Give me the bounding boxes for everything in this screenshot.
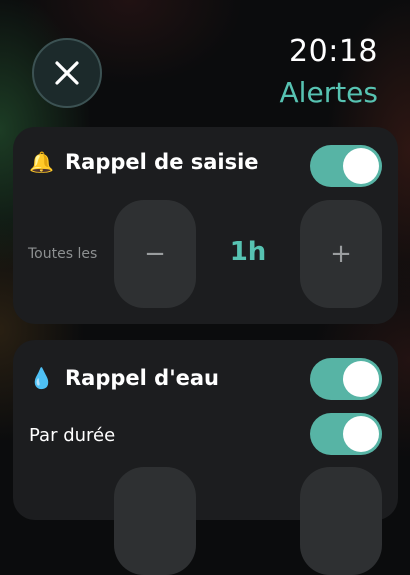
by-duration-label: Par durée xyxy=(29,425,116,446)
plus-icon: + xyxy=(330,239,352,269)
input-reminder-label: Rappel de saisie xyxy=(65,150,259,174)
water-reminder-card: 💧 Rappel d'eau Par durée xyxy=(13,340,398,575)
by-duration-toggle[interactable] xyxy=(310,413,382,455)
minus-icon: − xyxy=(144,239,166,269)
close-button[interactable] xyxy=(32,38,102,108)
water-drop-icon: 💧 xyxy=(29,366,54,390)
water-increment-button[interactable] xyxy=(300,467,382,575)
bell-icon: 🔔 xyxy=(29,150,54,174)
toggle-knob xyxy=(343,361,379,397)
toggle-knob xyxy=(343,148,379,184)
water-reminder-toggle[interactable] xyxy=(310,358,382,400)
clock-time: 20:18 xyxy=(289,34,378,69)
input-reminder-toggle[interactable] xyxy=(310,145,382,187)
interval-label: Toutes les xyxy=(28,246,98,262)
water-reminder-header: 💧 Rappel d'eau xyxy=(29,366,219,390)
input-reminder-card: 🔔 Rappel de saisie Toutes les − 1h + xyxy=(13,127,398,324)
increment-button[interactable]: + xyxy=(300,200,382,308)
toggle-knob xyxy=(343,416,379,452)
water-reminder-label: Rappel d'eau xyxy=(65,366,219,390)
input-reminder-header: 🔔 Rappel de saisie xyxy=(29,150,259,174)
water-decrement-button[interactable] xyxy=(114,467,196,575)
decrement-button[interactable]: − xyxy=(114,200,196,308)
interval-value: 1h xyxy=(229,237,267,267)
page-title: Alertes xyxy=(279,76,378,109)
close-icon xyxy=(55,61,79,85)
